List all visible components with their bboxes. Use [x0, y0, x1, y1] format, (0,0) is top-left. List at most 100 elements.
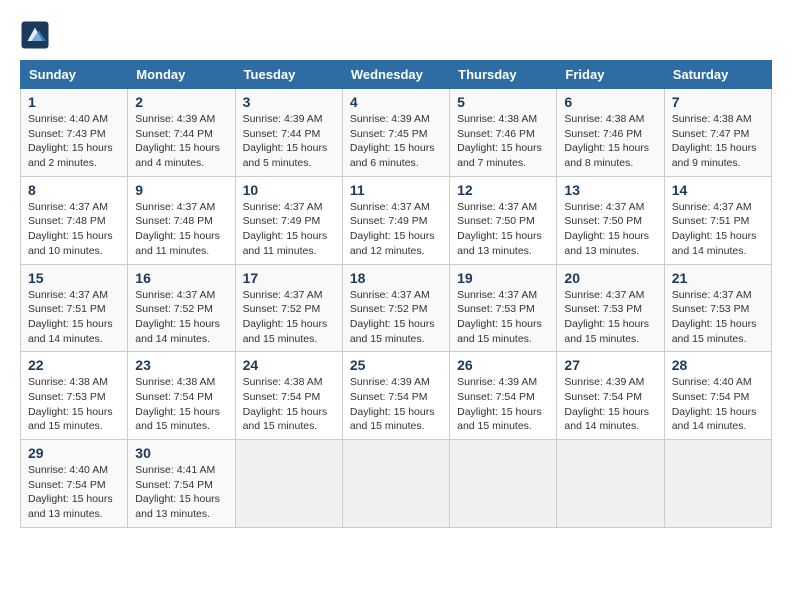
day-info: Sunrise: 4:37 AMSunset: 7:48 PMDaylight:… [28, 200, 120, 259]
day-info: Sunrise: 4:37 AMSunset: 7:53 PMDaylight:… [564, 288, 656, 347]
day-of-week-header: Wednesday [342, 61, 449, 89]
day-info: Sunrise: 4:37 AMSunset: 7:53 PMDaylight:… [672, 288, 764, 347]
calendar-day-cell: 9Sunrise: 4:37 AMSunset: 7:48 PMDaylight… [128, 176, 235, 264]
calendar-day-cell: 4 Sunrise: 4:39 AMSunset: 7:45 PMDaylight… [342, 89, 449, 177]
calendar-day-cell: 8 Sunrise: 4:37 AMSunset: 7:48 PMDaylight… [21, 176, 128, 264]
day-number: 17 [243, 270, 335, 286]
day-info: Sunrise: 4:37 AMSunset: 7:51 PMDaylight:… [672, 200, 764, 259]
calendar-day-cell: 15 Sunrise: 4:37 AMSunset: 7:51 PMDayligh… [21, 264, 128, 352]
day-info: Sunrise: 4:41 AMSunset: 7:54 PMDaylight:… [135, 463, 227, 522]
day-of-week-header: Saturday [664, 61, 771, 89]
calendar-week-row: 8 Sunrise: 4:37 AMSunset: 7:48 PMDaylight… [21, 176, 772, 264]
day-info: Sunrise: 4:39 AMSunset: 7:54 PMDaylight:… [350, 375, 442, 434]
day-number: 27 [564, 357, 656, 373]
day-number: 24 [243, 357, 335, 373]
calendar-week-row: 29 Sunrise: 4:40 AMSunset: 7:54 PMDayligh… [21, 440, 772, 528]
calendar-day-cell [235, 440, 342, 528]
day-number: 18 [350, 270, 442, 286]
page-header [20, 20, 772, 50]
logo-icon [20, 20, 50, 50]
day-of-week-header: Tuesday [235, 61, 342, 89]
day-of-week-header: Thursday [450, 61, 557, 89]
calendar-day-cell: 24Sunrise: 4:38 AMSunset: 7:54 PMDayligh… [235, 352, 342, 440]
day-info: Sunrise: 4:38 AMSunset: 7:46 PMDaylight:… [564, 112, 656, 171]
day-number: 29 [28, 445, 120, 461]
calendar-day-cell: 6Sunrise: 4:38 AMSunset: 7:46 PMDaylight… [557, 89, 664, 177]
day-number: 22 [28, 357, 120, 373]
day-number: 14 [672, 182, 764, 198]
day-number: 25 [350, 357, 442, 373]
calendar-week-row: 15 Sunrise: 4:37 AMSunset: 7:51 PMDayligh… [21, 264, 772, 352]
calendar-day-cell: 25 Sunrise: 4:39 AMSunset: 7:54 PMDayligh… [342, 352, 449, 440]
day-number: 5 [457, 94, 549, 110]
calendar-day-cell: 10 Sunrise: 4:37 AMSunset: 7:49 PMDayligh… [235, 176, 342, 264]
calendar-week-row: 1 Sunrise: 4:40 AMSunset: 7:43 PMDaylight… [21, 89, 772, 177]
day-info: Sunrise: 4:37 AMSunset: 7:49 PMDaylight:… [243, 200, 335, 259]
day-info: Sunrise: 4:39 AMSunset: 7:54 PMDaylight:… [564, 375, 656, 434]
calendar-day-cell: 28 Sunrise: 4:40 AMSunset: 7:54 PMDayligh… [664, 352, 771, 440]
calendar-day-cell: 29 Sunrise: 4:40 AMSunset: 7:54 PMDayligh… [21, 440, 128, 528]
day-of-week-header: Sunday [21, 61, 128, 89]
calendar-day-cell: 2 Sunrise: 4:39 AMSunset: 7:44 PMDaylight… [128, 89, 235, 177]
calendar-body: 1 Sunrise: 4:40 AMSunset: 7:43 PMDaylight… [21, 89, 772, 528]
day-number: 8 [28, 182, 120, 198]
calendar-day-cell: 14 Sunrise: 4:37 AMSunset: 7:51 PMDayligh… [664, 176, 771, 264]
day-info: Sunrise: 4:38 AMSunset: 7:53 PMDaylight:… [28, 375, 120, 434]
calendar-day-cell [664, 440, 771, 528]
day-info: Sunrise: 4:37 AMSunset: 7:48 PMDaylight:… [135, 200, 227, 259]
day-number: 10 [243, 182, 335, 198]
day-number: 12 [457, 182, 549, 198]
day-info: Sunrise: 4:38 AMSunset: 7:47 PMDaylight:… [672, 112, 764, 171]
day-number: 1 [28, 94, 120, 110]
calendar-day-cell: 22 Sunrise: 4:38 AMSunset: 7:53 PMDayligh… [21, 352, 128, 440]
day-info: Sunrise: 4:39 AMSunset: 7:45 PMDaylight:… [350, 112, 442, 171]
calendar-day-cell: 23Sunrise: 4:38 AMSunset: 7:54 PMDayligh… [128, 352, 235, 440]
logo [20, 20, 54, 50]
calendar-day-cell: 17 Sunrise: 4:37 AMSunset: 7:52 PMDayligh… [235, 264, 342, 352]
day-info: Sunrise: 4:39 AMSunset: 7:44 PMDaylight:… [135, 112, 227, 171]
day-number: 30 [135, 445, 227, 461]
calendar-day-cell: 7Sunrise: 4:38 AMSunset: 7:47 PMDaylight… [664, 89, 771, 177]
day-info: Sunrise: 4:39 AMSunset: 7:54 PMDaylight:… [457, 375, 549, 434]
day-info: Sunrise: 4:40 AMSunset: 7:43 PMDaylight:… [28, 112, 120, 171]
day-number: 4 [350, 94, 442, 110]
day-number: 2 [135, 94, 227, 110]
calendar-day-cell: 5Sunrise: 4:38 AMSunset: 7:46 PMDaylight… [450, 89, 557, 177]
calendar-day-cell: 1 Sunrise: 4:40 AMSunset: 7:43 PMDaylight… [21, 89, 128, 177]
day-number: 28 [672, 357, 764, 373]
day-number: 20 [564, 270, 656, 286]
day-number: 23 [135, 357, 227, 373]
calendar-table: SundayMondayTuesdayWednesdayThursdayFrid… [20, 60, 772, 528]
day-number: 11 [350, 182, 442, 198]
day-info: Sunrise: 4:37 AMSunset: 7:51 PMDaylight:… [28, 288, 120, 347]
day-info: Sunrise: 4:37 AMSunset: 7:50 PMDaylight:… [564, 200, 656, 259]
calendar-day-cell: 16Sunrise: 4:37 AMSunset: 7:52 PMDayligh… [128, 264, 235, 352]
day-info: Sunrise: 4:40 AMSunset: 7:54 PMDaylight:… [28, 463, 120, 522]
day-info: Sunrise: 4:37 AMSunset: 7:49 PMDaylight:… [350, 200, 442, 259]
day-number: 3 [243, 94, 335, 110]
day-number: 21 [672, 270, 764, 286]
calendar-day-cell [557, 440, 664, 528]
calendar-day-cell: 30 Sunrise: 4:41 AMSunset: 7:54 PMDayligh… [128, 440, 235, 528]
calendar-day-cell: 27 Sunrise: 4:39 AMSunset: 7:54 PMDayligh… [557, 352, 664, 440]
day-info: Sunrise: 4:39 AMSunset: 7:44 PMDaylight:… [243, 112, 335, 171]
day-of-week-header: Friday [557, 61, 664, 89]
calendar-header-row: SundayMondayTuesdayWednesdayThursdayFrid… [21, 61, 772, 89]
calendar-day-cell: 3 Sunrise: 4:39 AMSunset: 7:44 PMDaylight… [235, 89, 342, 177]
day-info: Sunrise: 4:37 AMSunset: 7:53 PMDaylight:… [457, 288, 549, 347]
calendar-day-cell: 12 Sunrise: 4:37 AMSunset: 7:50 PMDayligh… [450, 176, 557, 264]
day-number: 15 [28, 270, 120, 286]
day-number: 26 [457, 357, 549, 373]
day-info: Sunrise: 4:37 AMSunset: 7:52 PMDaylight:… [243, 288, 335, 347]
day-info: Sunrise: 4:37 AMSunset: 7:52 PMDaylight:… [350, 288, 442, 347]
calendar-day-cell [450, 440, 557, 528]
calendar-day-cell: 26 Sunrise: 4:39 AMSunset: 7:54 PMDayligh… [450, 352, 557, 440]
calendar-day-cell: 18 Sunrise: 4:37 AMSunset: 7:52 PMDayligh… [342, 264, 449, 352]
calendar-day-cell: 13Sunrise: 4:37 AMSunset: 7:50 PMDayligh… [557, 176, 664, 264]
day-info: Sunrise: 4:40 AMSunset: 7:54 PMDaylight:… [672, 375, 764, 434]
calendar-day-cell: 20 Sunrise: 4:37 AMSunset: 7:53 PMDayligh… [557, 264, 664, 352]
day-of-week-header: Monday [128, 61, 235, 89]
calendar-day-cell: 11 Sunrise: 4:37 AMSunset: 7:49 PMDayligh… [342, 176, 449, 264]
day-info: Sunrise: 4:37 AMSunset: 7:50 PMDaylight:… [457, 200, 549, 259]
calendar-day-cell: 21 Sunrise: 4:37 AMSunset: 7:53 PMDayligh… [664, 264, 771, 352]
